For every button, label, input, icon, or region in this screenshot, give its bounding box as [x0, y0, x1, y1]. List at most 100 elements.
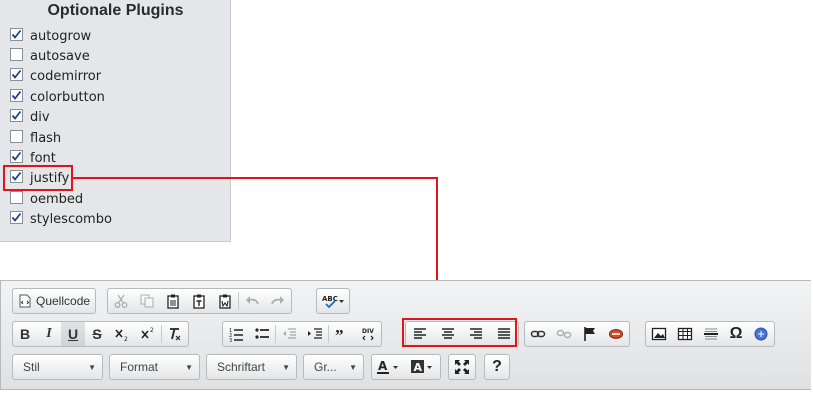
- plugin-item: oembed: [10, 189, 112, 209]
- plugin-list: autogrow autosave codemirror colorbutton div…: [10, 26, 112, 230]
- italic-button[interactable]: I: [37, 322, 61, 346]
- link-button[interactable]: [525, 322, 551, 346]
- plugin-label: codemirror: [30, 69, 102, 85]
- clipboard-group: [107, 288, 292, 314]
- unlink-icon: [556, 329, 572, 339]
- spellcheck-icon: ABC: [322, 295, 344, 309]
- svg-text:2: 2: [150, 327, 154, 334]
- cut-button[interactable]: [108, 289, 134, 313]
- indent-icon: [308, 328, 322, 339]
- indent-button[interactable]: [302, 322, 328, 346]
- plugin-item: autosave: [10, 46, 112, 66]
- svg-text:A: A: [414, 361, 423, 374]
- maximize-group: [448, 354, 476, 380]
- plugin-checkbox[interactable]: [10, 68, 23, 82]
- spellcheck-group: ABC: [316, 288, 350, 314]
- plugin-label: oembed: [30, 191, 84, 207]
- checkmark-icon: [11, 70, 22, 80]
- basicstyles-group: B I U S 2 2: [12, 321, 189, 347]
- scissors-icon: [114, 294, 128, 308]
- superscript-icon: 2: [141, 327, 154, 339]
- undo-icon: [246, 296, 259, 305]
- bulleted-list-button[interactable]: [249, 322, 275, 346]
- bold-button[interactable]: B: [13, 322, 37, 346]
- paste-text-button[interactable]: [186, 289, 212, 313]
- svg-text:2: 2: [124, 336, 128, 342]
- insert-group: Ω: [645, 321, 775, 347]
- subscript-button[interactable]: 2: [109, 322, 135, 346]
- plugin-checkbox[interactable]: [10, 190, 23, 204]
- create-div-button[interactable]: DIV: [355, 322, 381, 346]
- svg-text:3: 3: [229, 338, 232, 342]
- numbered-list-button[interactable]: 1 2 3: [223, 322, 249, 346]
- strikethrough-button[interactable]: S: [85, 322, 109, 346]
- checkmark-icon: [11, 151, 22, 161]
- svg-text:DIV: DIV: [362, 328, 374, 335]
- font-size-combo[interactable]: Gr... ▼: [303, 354, 364, 380]
- plugin-item: codemirror: [10, 67, 112, 87]
- oembed-icon: [609, 329, 623, 339]
- source-icon: [19, 294, 31, 308]
- superscript-button[interactable]: 2: [135, 322, 161, 346]
- copy-icon: [140, 294, 154, 308]
- subscript-icon: 2: [115, 329, 128, 342]
- plugin-checkbox[interactable]: [10, 129, 23, 143]
- paste-button[interactable]: [160, 289, 186, 313]
- plugin-checkbox[interactable]: [10, 88, 23, 102]
- paste-text-icon: [193, 294, 205, 309]
- paste-word-button[interactable]: [212, 289, 238, 313]
- flag-icon: [584, 327, 595, 341]
- plugin-checkbox[interactable]: [10, 27, 23, 41]
- paste-word-icon: [219, 294, 231, 309]
- oembed-button[interactable]: [603, 322, 629, 346]
- svg-text:ABC: ABC: [322, 295, 338, 303]
- plugin-label: font: [30, 151, 56, 167]
- justify-highlight-box: [3, 165, 73, 191]
- underline-button[interactable]: U: [61, 322, 85, 346]
- plugin-checkbox[interactable]: [10, 109, 23, 123]
- checkmark-icon: [11, 29, 22, 39]
- help-icon: ?: [492, 358, 502, 375]
- source-button-label: Quellcode: [36, 294, 91, 308]
- style-combo[interactable]: Stil ▼: [12, 354, 103, 380]
- blockquote-button[interactable]: ”: [329, 322, 355, 346]
- background-color-icon: A: [411, 360, 432, 374]
- table-button[interactable]: [672, 322, 698, 346]
- format-combo-label: Format: [120, 360, 159, 374]
- plugin-label: autogrow: [30, 28, 92, 44]
- background-color-button[interactable]: A: [406, 355, 440, 379]
- plugin-checkbox[interactable]: [10, 48, 23, 62]
- horizontal-rule-icon: [704, 328, 718, 340]
- horizontal-rule-button[interactable]: [698, 322, 724, 346]
- help-button[interactable]: ?: [485, 355, 509, 379]
- panel-title: Optionale Plugins: [47, 2, 184, 19]
- anchor-button[interactable]: [577, 322, 603, 346]
- outdent-icon: [283, 328, 296, 339]
- font-combo-label: Schriftart: [217, 360, 266, 374]
- maximize-icon: [455, 360, 469, 374]
- format-combo[interactable]: Format ▼: [109, 354, 200, 380]
- chevron-down-icon: ▼: [185, 362, 193, 372]
- style-combo-label: Stil: [23, 360, 40, 374]
- plugin-checkbox[interactable]: [10, 150, 23, 164]
- iframe-button[interactable]: [748, 322, 774, 346]
- outdent-button[interactable]: [276, 322, 302, 346]
- remove-format-button[interactable]: [162, 322, 188, 346]
- image-button[interactable]: [646, 322, 672, 346]
- italic-icon: I: [46, 326, 52, 341]
- maximize-button[interactable]: [449, 355, 475, 379]
- special-char-button[interactable]: Ω: [724, 322, 748, 346]
- copy-button[interactable]: [134, 289, 160, 313]
- source-button[interactable]: Quellcode: [13, 289, 95, 313]
- undo-button[interactable]: [239, 289, 265, 313]
- svg-text:”: ”: [335, 326, 344, 342]
- text-color-button[interactable]: A: [372, 355, 406, 379]
- redo-button[interactable]: [265, 289, 291, 313]
- plugin-label: div: [30, 110, 50, 126]
- unlink-button[interactable]: [551, 322, 577, 346]
- spellcheck-button[interactable]: ABC: [317, 289, 349, 313]
- checkmark-icon: [11, 213, 22, 223]
- plugin-checkbox[interactable]: [10, 211, 23, 225]
- plugin-panel: Optionale Plugins autogrow autosave codemi…: [0, 0, 231, 242]
- font-combo[interactable]: Schriftart ▼: [206, 354, 297, 380]
